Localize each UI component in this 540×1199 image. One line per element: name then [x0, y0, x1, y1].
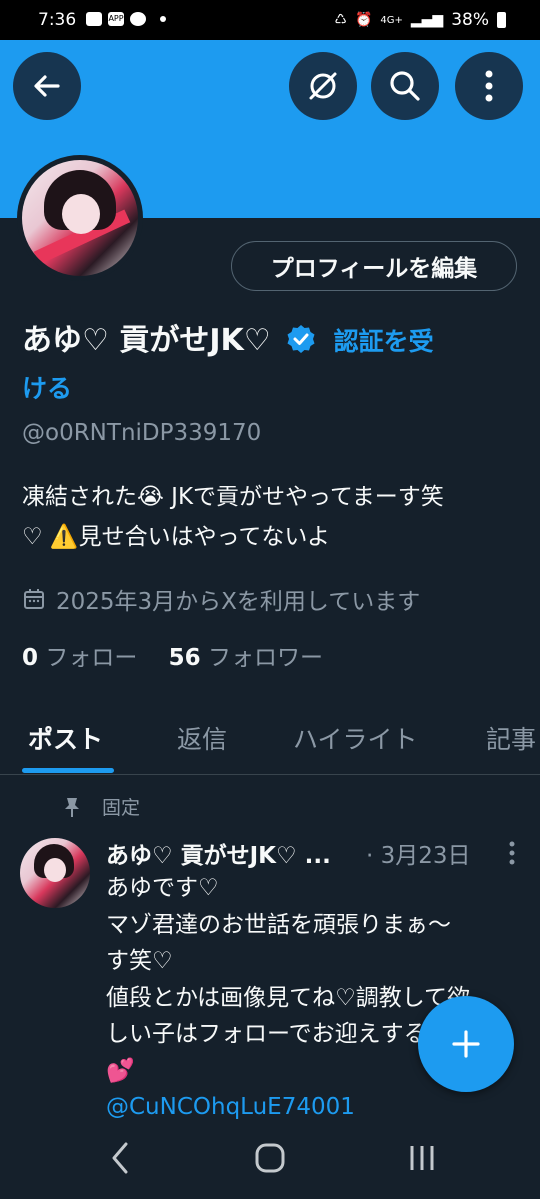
avatar-image — [22, 160, 138, 276]
followers-link[interactable]: 56 フォロワー — [169, 645, 323, 671]
system-nav-bar — [0, 1130, 540, 1199]
followers-label: フォロワー — [207, 645, 323, 671]
pinned-indicator: 固定 — [62, 793, 140, 820]
post-header: あゆ♡ 貢がせJK♡ ... · 3月23日 — [106, 836, 516, 870]
post-author[interactable]: あゆ♡ 貢がせJK♡ ... — [106, 843, 331, 869]
tab-replies[interactable]: 返信 — [177, 720, 227, 756]
arrow-left-icon — [34, 75, 60, 97]
compose-post-button[interactable] — [418, 996, 514, 1092]
search-icon — [390, 71, 420, 101]
signal-icon: ▂▄▆ — [410, 12, 444, 28]
bio-line: 凍結された😭 JKで貢がせやってまーす笑 — [22, 484, 444, 510]
following-count: 0 — [22, 645, 39, 671]
profile-tabs: ポスト 返信 ハイライト 記事 — [0, 700, 540, 775]
battery-saver-icon: ♺ — [334, 12, 347, 28]
tab-posts[interactable]: ポスト — [28, 720, 103, 756]
more-vertical-icon — [485, 70, 493, 102]
post-more-icon[interactable] — [508, 840, 516, 866]
get-verified-link[interactable]: 認証を受 — [334, 327, 434, 356]
status-bar: 7:36 APP ♺ ⏰ 4G+ ▂▄▆ 38% — [0, 0, 540, 40]
calendar-icon — [24, 589, 44, 609]
home-nav-icon[interactable] — [254, 1142, 286, 1174]
recents-nav-icon[interactable] — [408, 1144, 436, 1172]
profile-handle: @o0RNTniDP339170 — [22, 420, 262, 446]
pinned-label: 固定 — [102, 797, 141, 819]
post-mention-link[interactable]: @CuNCOhqLuE74001 — [106, 1089, 526, 1126]
plus-icon — [452, 1030, 480, 1058]
back-button[interactable] — [13, 52, 81, 120]
active-tab-indicator — [22, 768, 114, 773]
following-label: フォロー — [45, 645, 138, 671]
post-line: マゾ君達のお世話を頑張りまぁ〜 — [106, 911, 451, 938]
post-line: す笑♡ — [106, 948, 173, 974]
alarm-icon: ⏰ — [354, 12, 373, 28]
app-icon: APP — [108, 12, 124, 26]
follow-stats: 0 フォロー 56 フォロワー — [22, 638, 323, 672]
bio-line: ♡ ⚠️見せ合いはやってないよ — [22, 524, 330, 550]
pin-icon — [65, 797, 79, 817]
network-label: 4G+ — [380, 14, 403, 26]
profile-name: あゆ♡ 貢がせJK♡ — [22, 323, 271, 358]
dot-icon — [160, 16, 166, 22]
status-right: ♺ ⏰ 4G+ ▂▄▆ 38% — [334, 10, 506, 30]
following-link[interactable]: 0 フォロー — [22, 645, 145, 671]
gallery-icon — [86, 12, 102, 26]
post-avatar[interactable] — [20, 838, 90, 908]
post-avatar-image — [20, 838, 90, 908]
battery-icon — [497, 12, 506, 28]
back-nav-icon[interactable] — [108, 1140, 132, 1176]
profile-bio: 凍結された😭 JKで貢がせやってまーす笑 ♡ ⚠️見せ合いはやってないよ — [22, 477, 522, 557]
status-time: 7:36 — [38, 10, 77, 30]
search-button[interactable] — [371, 52, 439, 120]
chrome-icon — [130, 12, 146, 26]
profile-avatar[interactable] — [17, 155, 143, 281]
battery-label: 38% — [451, 10, 489, 30]
more-button[interactable] — [455, 52, 523, 120]
post-date: · 3月23日 — [366, 843, 471, 869]
grok-button[interactable] — [289, 52, 357, 120]
followers-count: 56 — [168, 645, 201, 671]
joined-text: 2025年3月からXを利用しています — [56, 589, 421, 615]
verified-badge-icon — [287, 324, 315, 353]
slashed-circle-icon — [309, 72, 337, 100]
edit-profile-button[interactable]: プロフィールを編集 — [231, 241, 517, 291]
profile-name-block: あゆ♡ 貢がせJK♡ 認証を受 ける — [22, 318, 522, 412]
tab-highlights[interactable]: ハイライト — [293, 720, 418, 756]
joined-date: 2025年3月からXを利用しています — [22, 582, 420, 616]
tab-articles[interactable]: 記事 — [486, 720, 536, 756]
post-line: あゆです♡ — [106, 875, 219, 901]
get-verified-link-cont[interactable]: ける — [22, 374, 72, 403]
notification-icons: APP — [86, 12, 166, 26]
